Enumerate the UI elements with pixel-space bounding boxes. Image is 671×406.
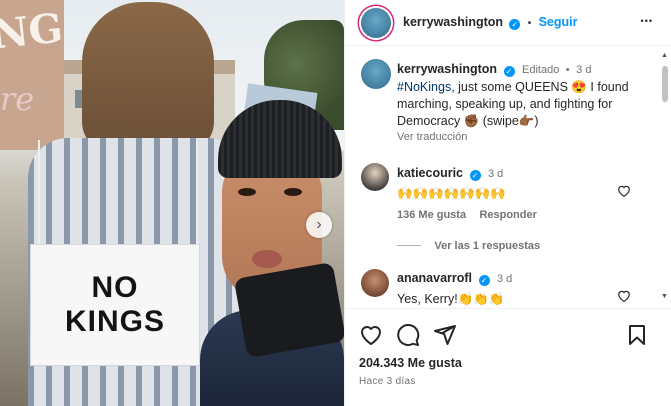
scroll-up-icon[interactable]: ▲ (661, 52, 668, 59)
view-replies-row[interactable]: Ver las 1 respuestas (397, 238, 540, 252)
comment-like-icon[interactable] (617, 289, 631, 302)
sign-text-top: NG (0, 4, 65, 59)
post-header: kerrywashington ✓ • Seguir ••• (345, 0, 671, 46)
verified-badge-icon: ✓ (478, 275, 490, 286)
placard-line-2: KINGS (64, 305, 165, 338)
edited-label: Editado (522, 64, 560, 76)
verified-badge-icon: ✓ (503, 66, 515, 77)
view-replies-link[interactable]: Ver las 1 respuestas (434, 240, 540, 252)
scroll-down-icon[interactable]: ▼ (661, 293, 668, 300)
heart-icon[interactable] (359, 323, 383, 347)
comment-text: 🙌🙌🙌🙌🙌🙌🙌 (397, 186, 506, 200)
protest-sign-left: NG re (0, 0, 65, 150)
comment-text: Yes, Kerry!👏👏👏 (397, 292, 505, 306)
caption-time[interactable]: 3 d (576, 64, 591, 76)
comments-section: kerrywashington ✓ Editado • 3 d #NoKings… (345, 47, 671, 307)
post-side-panel: kerrywashington ✓ • Seguir ••• kerrywash… (344, 0, 671, 406)
separator-dot: • (527, 18, 532, 29)
post-actions: 204.343 Me gusta Hace 3 días (345, 308, 671, 406)
likes-count[interactable]: 204.343 Me gusta (359, 356, 462, 370)
post-timestamp[interactable]: Hace 3 días (359, 376, 416, 387)
lips (252, 250, 282, 268)
comment-icon[interactable] (396, 323, 420, 347)
eye (238, 188, 256, 196)
comment-time[interactable]: 3 d (497, 273, 512, 285)
placard-line-1: NO (91, 271, 139, 304)
next-slide-button[interactable]: › (306, 212, 332, 238)
comment-block: ananavarrofl ✓ 3 d Yes, Kerry!👏👏👏 (397, 270, 627, 307)
caption-header: kerrywashington ✓ Editado • 3 d (397, 61, 647, 79)
replies-line (397, 245, 421, 247)
hashtag-link[interactable]: #NoKings (397, 80, 451, 94)
comment-like-icon[interactable] (617, 184, 631, 197)
follow-button[interactable]: Seguir (539, 15, 578, 29)
placard-string (196, 140, 198, 260)
comment-meta: 136 Me gusta Responder (397, 207, 627, 221)
comment-likes[interactable]: 136 Me gusta (397, 209, 466, 221)
face-mask (233, 261, 344, 359)
beanie (218, 100, 342, 178)
bookmark-icon[interactable] (625, 323, 649, 347)
comment-avatar[interactable] (361, 269, 389, 297)
comment-avatar[interactable] (361, 163, 389, 191)
placard-string (38, 140, 40, 260)
caption-username[interactable]: kerrywashington (397, 62, 497, 76)
comment-block: katiecouric ✓ 3 d 🙌🙌🙌🙌🙌🙌🙌 136 Me gusta R… (397, 165, 627, 221)
see-translation-link[interactable]: Ver traducción (397, 131, 647, 143)
author-username[interactable]: kerrywashington (403, 15, 503, 29)
sign-text-bottom: re (0, 80, 35, 118)
separator-dot: • (565, 64, 570, 76)
comment-username[interactable]: ananavarrofl (397, 271, 472, 285)
reply-button[interactable]: Responder (479, 209, 536, 221)
caption-block: kerrywashington ✓ Editado • 3 d #NoKings… (397, 61, 647, 143)
comments-scrollbar[interactable]: ▲ ▼ (661, 52, 669, 300)
selfie-person (200, 100, 344, 406)
person-hair (82, 2, 214, 152)
paper-plane-icon[interactable] (433, 323, 457, 347)
verified-badge-icon: ✓ (469, 170, 481, 181)
more-options-icon[interactable]: ••• (641, 16, 653, 26)
scroll-thumb[interactable] (662, 66, 668, 102)
eye (284, 188, 302, 196)
verified-badge-icon: ✓ (509, 19, 521, 30)
author-avatar[interactable] (361, 8, 391, 38)
header-user-row: kerrywashington ✓ • Seguir (403, 15, 577, 30)
comment-username[interactable]: katiecouric (397, 166, 463, 180)
no-kings-placard: NO KINGS (30, 244, 200, 366)
caption-avatar[interactable] (361, 59, 391, 89)
caption-text: #NoKings, just some QUEENS 😍 I found mar… (397, 79, 647, 130)
post-photo[interactable]: NG re NO KINGS › (0, 0, 344, 406)
comment-time[interactable]: 3 d (488, 168, 503, 180)
